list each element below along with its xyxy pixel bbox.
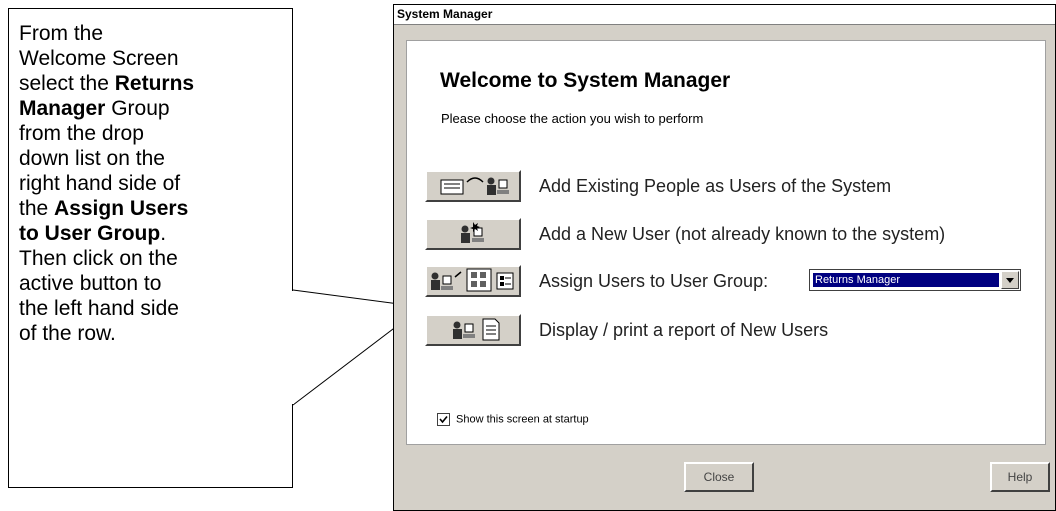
row-add-new-user: Add a New User (not already known to the…: [425, 218, 1035, 250]
display-report-button[interactable]: [425, 314, 521, 346]
callout-bold: to User Group: [19, 222, 161, 245]
add-new-user-label: Add a New User (not already known to the…: [539, 224, 946, 244]
callout-line: Then click on the: [19, 247, 178, 270]
callout-line: Welcome Screen: [19, 47, 179, 70]
user-report-icon: [453, 318, 500, 341]
welcome-panel: Welcome to System Manager Please choose …: [406, 40, 1046, 445]
close-button[interactable]: Close: [684, 462, 754, 492]
callout-line: From the: [19, 22, 104, 45]
add-existing-people-icon: [440, 177, 509, 195]
callout-line: down list on the: [19, 147, 165, 170]
new-user-icon: [461, 222, 484, 243]
welcome-subtitle: Please choose the action you wish to per…: [441, 111, 704, 126]
callout-bold: Manager: [19, 97, 106, 120]
user-group-selected-value: Returns Manager: [813, 273, 999, 287]
startup-checkbox-row[interactable]: Show this screen at startup: [437, 413, 589, 426]
startup-checkbox-label: Show this screen at startup: [456, 413, 589, 426]
add-new-user-button[interactable]: [425, 218, 521, 250]
checkmark-icon: [439, 415, 448, 424]
callout-line: Group: [105, 97, 170, 120]
user-group-select[interactable]: Returns Manager: [809, 269, 1021, 291]
callout-line: from the drop: [19, 122, 144, 145]
row-assign-users: Assign Users to User Group: Returns Mana…: [425, 265, 1035, 297]
callout-bold: Returns: [114, 72, 195, 95]
row-display-report: Display / print a report of New Users: [425, 314, 1035, 346]
callout-line: active button to: [19, 272, 162, 295]
callout-bold: Assign Users: [54, 197, 189, 220]
welcome-title: Welcome to System Manager: [440, 69, 731, 92]
assign-users-icon: [431, 268, 514, 292]
startup-checkbox[interactable]: [437, 413, 450, 426]
callout-line: of the row.: [19, 322, 116, 345]
row-add-existing-people: Add Existing People as Users of the Syst…: [425, 170, 1035, 202]
callout-line: right hand side of: [19, 172, 181, 195]
help-button[interactable]: Help: [990, 462, 1050, 492]
callout-line: select the: [19, 72, 115, 95]
title-bar[interactable]: System Manager: [394, 5, 1055, 25]
window-title: System Manager: [397, 7, 493, 21]
display-report-label: Display / print a report of New Users: [539, 320, 829, 340]
instruction-callout: From the Welcome Screen select the Retur…: [8, 8, 293, 488]
assign-users-label: Assign Users to User Group:: [539, 271, 769, 291]
add-existing-people-label: Add Existing People as Users of the Syst…: [539, 176, 892, 196]
dropdown-arrow-button[interactable]: [1001, 271, 1019, 289]
callout-line: the left hand side: [19, 297, 179, 320]
callout-line: .: [160, 222, 167, 245]
add-existing-people-button[interactable]: [425, 170, 521, 202]
instruction-text: From the Welcome Screen select the Retur…: [19, 21, 281, 346]
assign-users-button[interactable]: [425, 265, 521, 297]
chevron-down-icon: [1006, 278, 1014, 283]
system-manager-window: System Manager Welcome to System Manager…: [393, 4, 1056, 511]
callout-line: the: [19, 197, 55, 220]
